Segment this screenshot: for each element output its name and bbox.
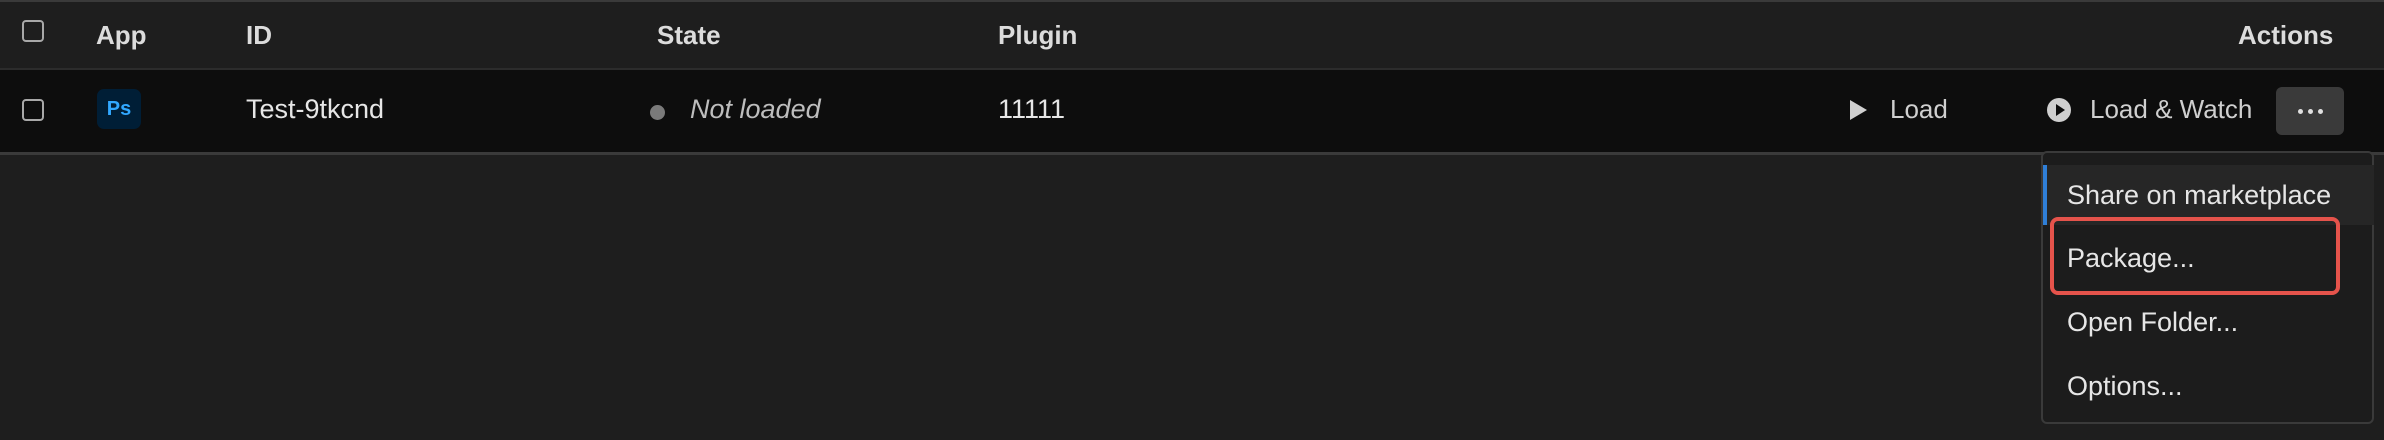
table-header: App ID State Plugin Actions <box>0 2 2384 70</box>
play-circle-icon <box>2046 97 2072 123</box>
state-dot-icon <box>650 105 665 120</box>
row-plugin: 11111 <box>998 94 1066 124</box>
play-icon <box>1848 99 1868 121</box>
package-highlight-box <box>2050 217 2340 295</box>
table-row[interactable]: Ps Test-9tkcnd Not loaded 11111 Load Loa… <box>0 70 2384 155</box>
header-actions: Actions <box>2238 20 2334 50</box>
row-checkbox[interactable] <box>22 99 44 121</box>
menu-item-options[interactable]: Options... <box>2043 356 2374 416</box>
menu-item-open-folder[interactable]: Open Folder... <box>2043 292 2374 352</box>
load-watch-label: Load & Watch <box>2090 94 2253 124</box>
load-watch-button[interactable]: Load & Watch <box>2046 94 2252 125</box>
header-app: App <box>96 20 147 50</box>
header-state: State <box>657 20 721 50</box>
load-label: Load <box>1890 94 1948 124</box>
row-state: Not loaded <box>690 94 821 124</box>
more-icon-dot <box>2317 108 2323 114</box>
select-all-checkbox[interactable] <box>22 20 44 42</box>
menu-item-share[interactable]: Share on marketplace <box>2043 165 2374 225</box>
row-id: Test-9tkcnd <box>246 94 385 124</box>
more-icon-dot <box>2307 108 2313 114</box>
header-plugin: Plugin <box>998 20 1078 50</box>
plugin-table-window: App ID State Plugin Actions Ps Test-9tkc… <box>0 0 2384 440</box>
more-actions-button[interactable] <box>2276 87 2344 135</box>
header-id: ID <box>246 20 272 50</box>
photoshop-icon: Ps <box>97 89 141 129</box>
more-icon <box>2297 108 2303 114</box>
load-button[interactable]: Load <box>1848 94 1948 125</box>
